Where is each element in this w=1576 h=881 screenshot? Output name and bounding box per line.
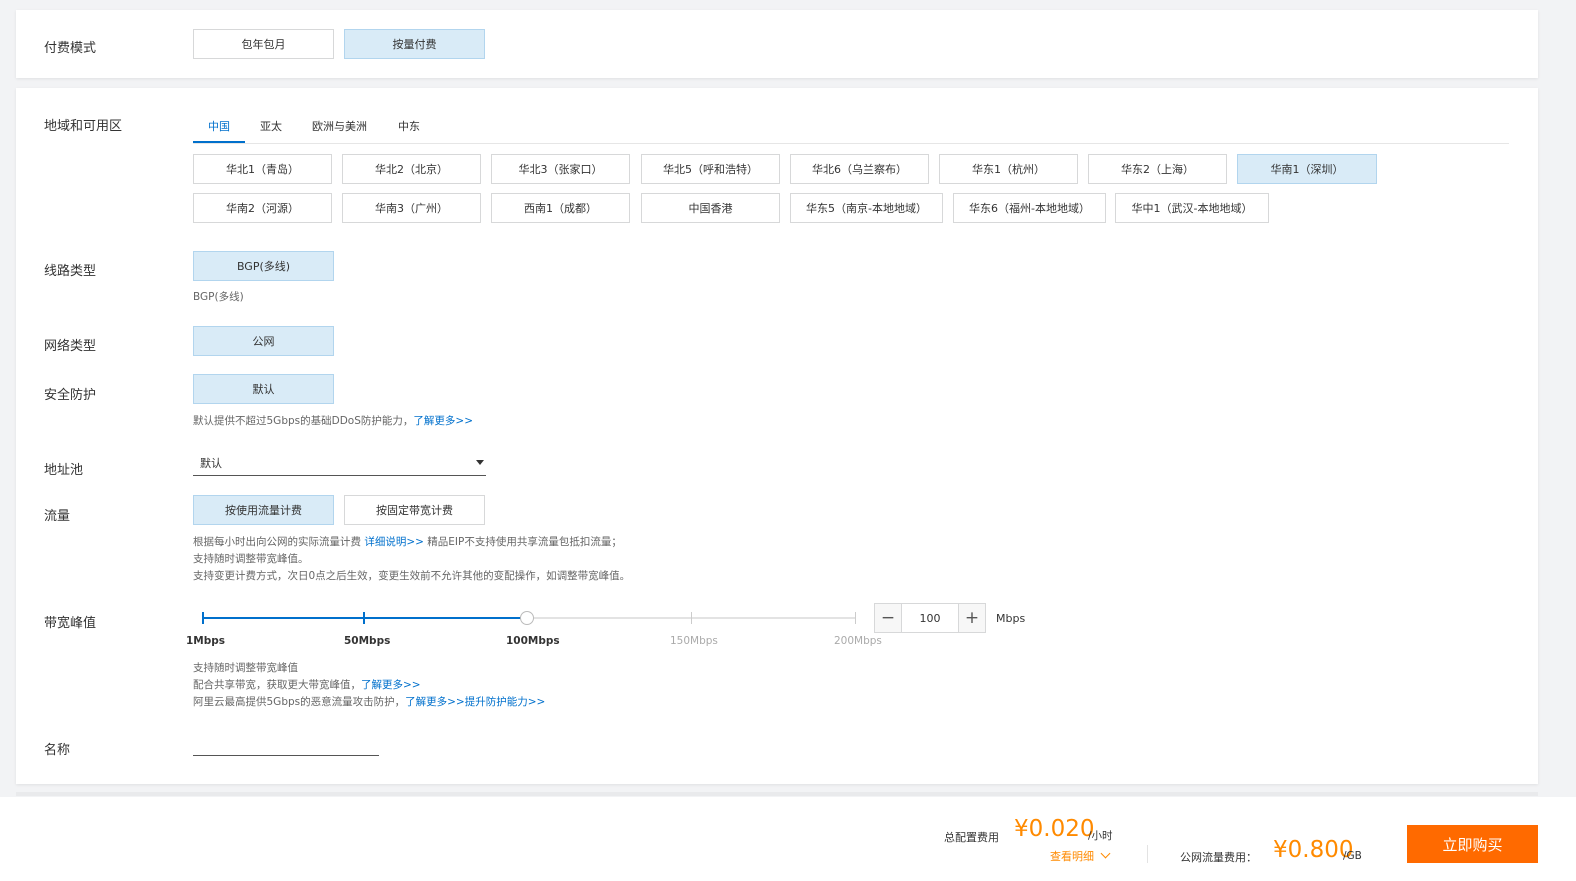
traffic-note-1-b: 精品EIP不支持使用共享流量包抵扣流量；	[423, 536, 622, 548]
address-pool-select[interactable]: 默认	[193, 450, 486, 476]
chevron-down-icon	[1100, 848, 1110, 859]
name-input[interactable]	[193, 734, 379, 756]
slider-mark-1mbps: 1Mbps	[186, 635, 226, 647]
chevron-down-icon	[476, 460, 484, 465]
region-hongkong-button[interactable]: 中国香港	[641, 193, 780, 223]
security-label: 安全防护	[44, 388, 97, 403]
region-shenzhen-button[interactable]: 华南1（深圳）	[1237, 154, 1377, 184]
bandwidth-stepper: − 100 +	[874, 603, 986, 633]
page-scrollbar[interactable]	[1568, 0, 1576, 881]
address-pool-label: 地址池	[44, 463, 84, 478]
bandwidth-protection-link[interactable]: 了解更多>>提升防护能力>>	[405, 696, 545, 708]
bandwidth-slider[interactable]	[202, 608, 856, 628]
region-shanghai-button[interactable]: 华东2（上海）	[1088, 154, 1227, 184]
line-bgp-button[interactable]: BGP(多线)	[193, 251, 334, 281]
tab-china[interactable]: 中国	[208, 118, 230, 134]
total-cost-label: 总配置费用	[944, 831, 999, 844]
name-label: 名称	[44, 743, 71, 758]
security-default-button[interactable]: 默认	[193, 374, 334, 404]
bandwidth-value[interactable]: 100	[901, 604, 959, 632]
security-note-text: 默认提供不超过5Gbps的基础DDoS防护能力，	[193, 415, 414, 427]
bandwidth-note-1: 支持随时调整带宽峰值	[193, 662, 298, 674]
region-qingdao-button[interactable]: 华北1（青岛）	[193, 154, 332, 184]
traffic-usage-billing-button[interactable]: 按使用流量计费	[193, 495, 334, 525]
slider-tick-1	[202, 612, 204, 624]
region-wuhan-button[interactable]: 华中1（武汉-本地地域）	[1115, 193, 1269, 223]
traffic-note-1: 根据每小时出向公网的实际流量计费 详细说明>> 精品EIP不支持使用共享流量包抵…	[193, 534, 622, 551]
slider-mark-150mbps: 150Mbps	[670, 635, 718, 647]
region-huhehaote-button[interactable]: 华北5（呼和浩特）	[641, 154, 780, 184]
billing-label: 付费模式	[44, 41, 97, 56]
traffic-label: 流量	[44, 509, 71, 524]
bandwidth-note-3: 阿里云最高提供5Gbps的恶意流量攻击防护，了解更多>>提升防护能力>>	[193, 694, 545, 711]
minus-icon[interactable]: −	[875, 604, 901, 632]
billing-subscription-button[interactable]: 包年包月	[193, 29, 334, 59]
region-beijing-button[interactable]: 华北2（北京）	[342, 154, 481, 184]
billing-card: 付费模式 包年包月 按量付费	[16, 10, 1538, 78]
next-card-edge	[16, 792, 1538, 796]
slider-tick-150	[691, 612, 692, 624]
footer-divider	[1147, 845, 1148, 863]
tab-asia-pacific[interactable]: 亚太	[260, 118, 282, 134]
security-learn-more-link[interactable]: 了解更多>>	[413, 415, 473, 427]
security-note: 默认提供不超过5Gbps的基础DDoS防护能力，了解更多>>	[193, 413, 473, 430]
view-detail-text: 查看明细	[1050, 850, 1094, 863]
line-type-note: BGP(多线)	[193, 291, 244, 303]
slider-mark-100mbps: 100Mbps	[506, 635, 560, 647]
slider-thumb[interactable]	[520, 611, 534, 625]
traffic-cost-label: 公网流量费用：	[1180, 851, 1257, 864]
bandwidth-note-2-text: 配合共享带宽，获取更大带宽峰值，	[193, 679, 361, 691]
bandwidth-note-2: 配合共享带宽，获取更大带宽峰值，了解更多>>	[193, 677, 421, 694]
total-cost-price: ¥0.020	[1014, 816, 1095, 842]
bandwidth-unit: Mbps	[996, 612, 1026, 625]
tab-middle-east[interactable]: 中东	[398, 118, 420, 134]
buy-now-button[interactable]: 立即购买	[1407, 825, 1538, 863]
region-nanjing-button[interactable]: 华东5（南京-本地地域）	[790, 193, 943, 223]
line-type-label: 线路类型	[44, 264, 97, 279]
traffic-note-2: 支持随时调整带宽峰值。	[193, 553, 309, 565]
purchase-footer: 总配置费用 ¥0.020 /小时 查看明细 公网流量费用： ¥0.800 /GB…	[0, 797, 1576, 881]
slider-tick-200	[855, 612, 856, 624]
slider-mark-200mbps: 200Mbps	[834, 635, 882, 647]
network-type-label: 网络类型	[44, 339, 97, 354]
traffic-note-3: 支持变更计费方式，次日0点之后生效，变更生效前不允许其他的变配操作，如调整带宽峰…	[193, 570, 631, 582]
bandwidth-note-3-text: 阿里云最高提供5Gbps的恶意流量攻击防护，	[193, 696, 406, 708]
network-public-button[interactable]: 公网	[193, 326, 334, 356]
address-pool-value: 默认	[200, 457, 222, 470]
traffic-fixed-bandwidth-button[interactable]: 按固定带宽计费	[344, 495, 485, 525]
tab-europe-america[interactable]: 欧洲与美洲	[312, 118, 367, 134]
billing-payg-button[interactable]: 按量付费	[344, 29, 485, 59]
region-zhangjiakou-button[interactable]: 华北3（张家口）	[491, 154, 630, 184]
tab-active-underline	[193, 141, 245, 143]
region-guangzhou-button[interactable]: 华南3（广州）	[342, 193, 481, 223]
slider-tick-50	[363, 612, 365, 624]
region-wulanchabu-button[interactable]: 华北6（乌兰察布）	[790, 154, 929, 184]
region-tabs: 中国 亚太 欧洲与美洲 中东	[193, 114, 1509, 144]
traffic-cost-price: ¥0.800	[1273, 837, 1354, 863]
traffic-cost-unit: /GB	[1343, 850, 1362, 862]
region-hangzhou-button[interactable]: 华东1（杭州）	[939, 154, 1078, 184]
region-label: 地域和可用区	[44, 119, 123, 134]
region-fuzhou-button[interactable]: 华东6（福州-本地地域）	[953, 193, 1106, 223]
traffic-detail-link[interactable]: 详细说明>>	[364, 536, 424, 548]
config-card: 地域和可用区 中国 亚太 欧洲与美洲 中东 华北1（青岛） 华北2（北京） 华北…	[16, 88, 1538, 784]
traffic-note-1-a: 根据每小时出向公网的实际流量计费	[193, 536, 365, 548]
region-heyuan-button[interactable]: 华南2（河源）	[193, 193, 332, 223]
total-cost-unit: /小时	[1088, 830, 1113, 842]
region-chengdu-button[interactable]: 西南1（成都）	[491, 193, 630, 223]
bandwidth-learn-more-link[interactable]: 了解更多>>	[361, 679, 421, 691]
slider-mark-50mbps: 50Mbps	[344, 635, 391, 647]
view-detail-link[interactable]: 查看明细	[1050, 848, 1110, 864]
plus-icon[interactable]: +	[959, 604, 985, 632]
bandwidth-label: 带宽峰值	[44, 616, 97, 631]
